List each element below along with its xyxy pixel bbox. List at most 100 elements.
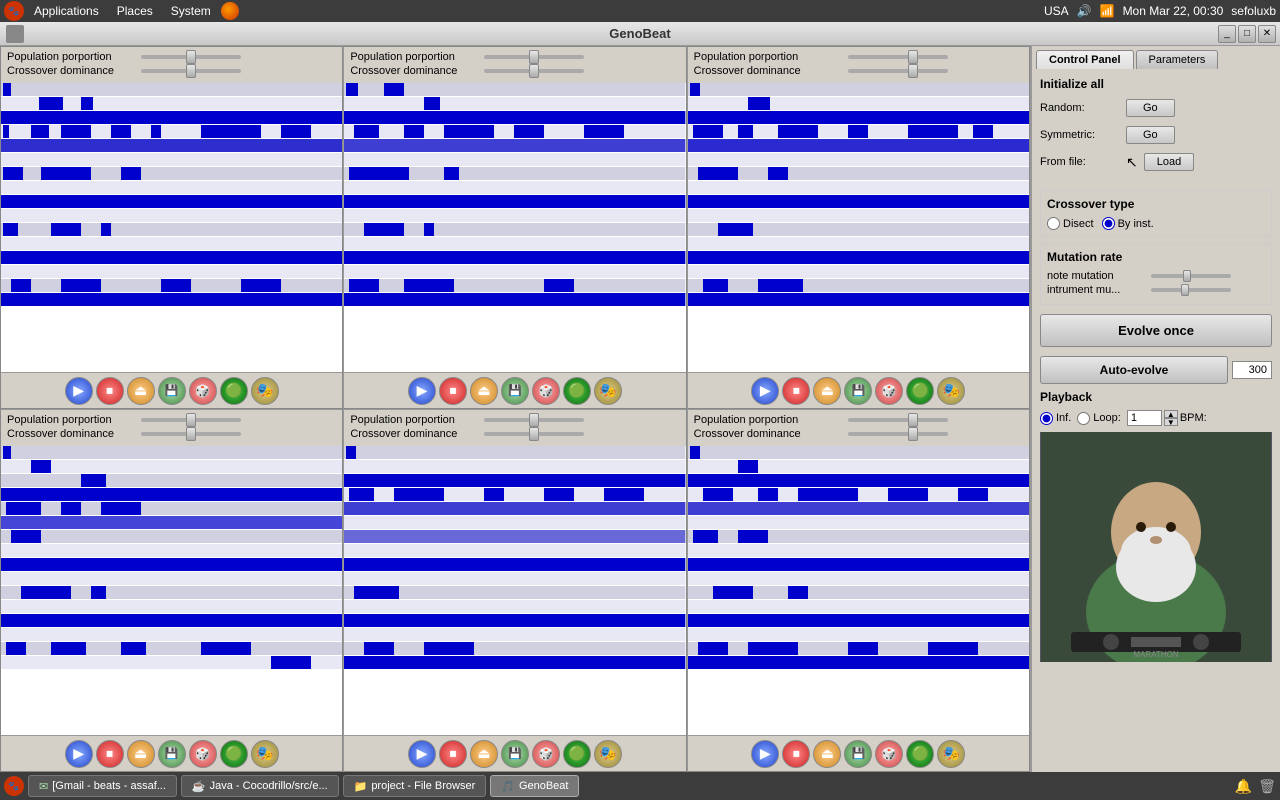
merge-btn-1[interactable]: 🎭: [251, 377, 279, 405]
play-btn-2[interactable]: ▶: [408, 377, 436, 405]
merge-btn-5[interactable]: 🎭: [594, 740, 622, 768]
save-btn-2[interactable]: 💾: [501, 377, 529, 405]
menu-applications[interactable]: Applications: [26, 2, 107, 20]
population-thumb-4[interactable]: [186, 413, 196, 427]
crossover-thumb-6[interactable]: [908, 427, 918, 441]
population-track-1[interactable]: [141, 55, 241, 59]
eject-btn-4[interactable]: ⏏: [127, 740, 155, 768]
save-btn-5[interactable]: 💾: [501, 740, 529, 768]
eject-btn-1[interactable]: ⏏: [127, 377, 155, 405]
play-btn-1[interactable]: ▶: [65, 377, 93, 405]
crossover-thumb-3[interactable]: [908, 64, 918, 78]
dice-btn-6[interactable]: 🎲: [875, 740, 903, 768]
population-track-6[interactable]: [848, 418, 948, 422]
save-btn-4[interactable]: 💾: [158, 740, 186, 768]
play-btn-5[interactable]: ▶: [408, 740, 436, 768]
tab-parameters[interactable]: Parameters: [1136, 50, 1219, 69]
stop-btn-6[interactable]: ⏹: [782, 740, 810, 768]
stop-btn-1[interactable]: ⏹: [96, 377, 124, 405]
population-track-2[interactable]: [484, 55, 584, 59]
crossover-thumb-5[interactable]: [529, 427, 539, 441]
evolve-once-button[interactable]: Evolve once: [1040, 314, 1272, 347]
symmetric-go-button[interactable]: Go: [1126, 126, 1175, 144]
auto-evolve-button[interactable]: Auto-evolve: [1040, 356, 1228, 384]
taskbar-java[interactable]: ☕ Java - Cocodrillo/src/e...: [181, 775, 339, 797]
beat-grid-5[interactable]: [344, 446, 685, 735]
dice-btn-5[interactable]: 🎲: [532, 740, 560, 768]
bpm-down-button[interactable]: ▼: [1164, 418, 1178, 426]
blob-btn-5[interactable]: 🟢: [563, 740, 591, 768]
dice-btn-2[interactable]: 🎲: [532, 377, 560, 405]
firefox-icon[interactable]: [221, 2, 239, 20]
crossover-track-5[interactable]: [484, 432, 584, 436]
play-btn-3[interactable]: ▶: [751, 377, 779, 405]
beat-grid-3[interactable]: [688, 83, 1029, 372]
loop-radio[interactable]: [1077, 412, 1090, 425]
tab-control-panel[interactable]: Control Panel: [1036, 50, 1134, 69]
dice-btn-4[interactable]: 🎲: [189, 740, 217, 768]
menu-system[interactable]: System: [163, 2, 219, 20]
population-thumb-5[interactable]: [529, 413, 539, 427]
merge-btn-3[interactable]: 🎭: [937, 377, 965, 405]
save-btn-3[interactable]: 💾: [844, 377, 872, 405]
crossover-track-2[interactable]: [484, 69, 584, 73]
population-thumb-1[interactable]: [186, 50, 196, 64]
eject-btn-6[interactable]: ⏏: [813, 740, 841, 768]
crossover-track-6[interactable]: [848, 432, 948, 436]
instrument-mutation-thumb[interactable]: [1181, 284, 1189, 296]
eject-btn-3[interactable]: ⏏: [813, 377, 841, 405]
stop-btn-2[interactable]: ⏹: [439, 377, 467, 405]
play-btn-6[interactable]: ▶: [751, 740, 779, 768]
load-button[interactable]: Load: [1144, 153, 1194, 171]
beat-grid-4[interactable]: [1, 446, 342, 735]
population-thumb-3[interactable]: [908, 50, 918, 64]
save-btn-6[interactable]: 💾: [844, 740, 872, 768]
taskbar-filebrowser[interactable]: 📁 project - File Browser: [343, 775, 487, 797]
inf-radio[interactable]: [1040, 412, 1053, 425]
eject-btn-5[interactable]: ⏏: [470, 740, 498, 768]
blob-btn-6[interactable]: 🟢: [906, 740, 934, 768]
blob-btn-1[interactable]: 🟢: [220, 377, 248, 405]
stop-btn-4[interactable]: ⏹: [96, 740, 124, 768]
close-button[interactable]: ✕: [1258, 25, 1276, 43]
note-mutation-thumb[interactable]: [1183, 270, 1191, 282]
merge-btn-2[interactable]: 🎭: [594, 377, 622, 405]
menu-places[interactable]: Places: [109, 2, 161, 20]
blob-btn-4[interactable]: 🟢: [220, 740, 248, 768]
eject-btn-2[interactable]: ⏏: [470, 377, 498, 405]
by-inst-radio[interactable]: [1102, 217, 1115, 230]
auto-evolve-input[interactable]: [1232, 361, 1272, 379]
stop-btn-5[interactable]: ⏹: [439, 740, 467, 768]
crossover-track-3[interactable]: [848, 69, 948, 73]
population-track-5[interactable]: [484, 418, 584, 422]
maximize-button[interactable]: □: [1238, 25, 1256, 43]
population-track-4[interactable]: [141, 418, 241, 422]
dice-btn-3[interactable]: 🎲: [875, 377, 903, 405]
merge-btn-6[interactable]: 🎭: [937, 740, 965, 768]
beat-grid-6[interactable]: [688, 446, 1029, 735]
merge-btn-4[interactable]: 🎭: [251, 740, 279, 768]
taskbar-logo[interactable]: 🐾: [4, 776, 24, 796]
instrument-mutation-track[interactable]: [1151, 288, 1231, 292]
taskbar-gmail[interactable]: ✉ [Gmail - beats - assaf...: [28, 775, 177, 797]
crossover-track-1[interactable]: [141, 69, 241, 73]
beat-grid-2[interactable]: [344, 83, 685, 372]
minimize-button[interactable]: _: [1218, 25, 1236, 43]
save-btn-1[interactable]: 💾: [158, 377, 186, 405]
crossover-track-4[interactable]: [141, 432, 241, 436]
population-thumb-6[interactable]: [908, 413, 918, 427]
blob-btn-2[interactable]: 🟢: [563, 377, 591, 405]
play-btn-4[interactable]: ▶: [65, 740, 93, 768]
disect-radio[interactable]: [1047, 217, 1060, 230]
random-go-button[interactable]: Go: [1126, 99, 1175, 117]
blob-btn-3[interactable]: 🟢: [906, 377, 934, 405]
crossover-thumb-4[interactable]: [186, 427, 196, 441]
dice-btn-1[interactable]: 🎲: [189, 377, 217, 405]
beat-grid-1[interactable]: [1, 83, 342, 372]
stop-btn-3[interactable]: ⏹: [782, 377, 810, 405]
crossover-thumb-1[interactable]: [186, 64, 196, 78]
bpm-value-input[interactable]: [1127, 410, 1162, 426]
crossover-thumb-2[interactable]: [529, 64, 539, 78]
population-track-3[interactable]: [848, 55, 948, 59]
taskbar-genobeat[interactable]: 🎵 GenoBeat: [490, 775, 579, 797]
